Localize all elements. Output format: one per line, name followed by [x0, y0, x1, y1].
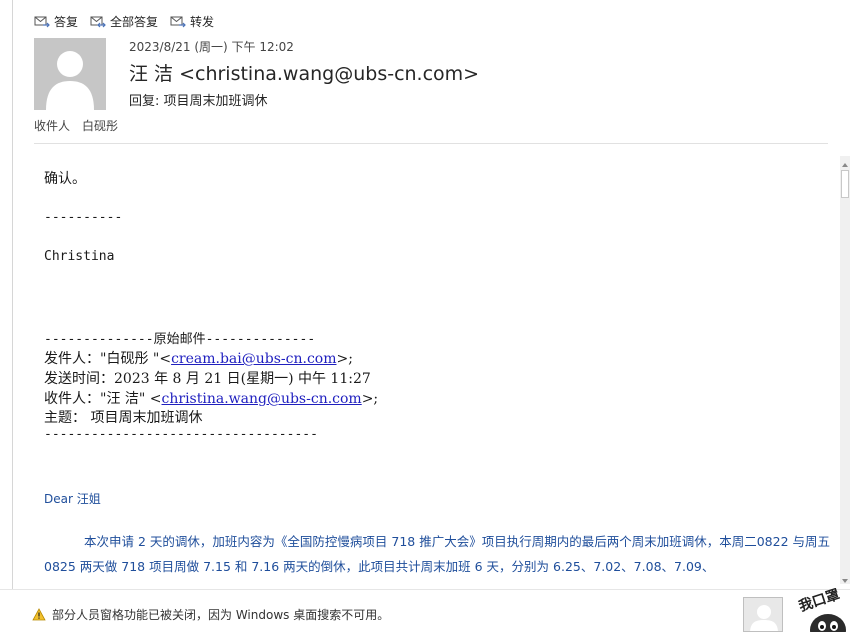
recipients-label: 收件人: [34, 119, 71, 133]
sticker-image: 我口罩: [788, 588, 850, 632]
message-subject: 回复: 项目周末加班调休: [129, 94, 268, 109]
vertical-scrollbar[interactable]: [840, 156, 850, 584]
forward-button[interactable]: 转发: [170, 10, 214, 32]
forward-icon: [170, 14, 186, 28]
reply-all-label: 全部答复: [110, 14, 159, 29]
original-from-email-link[interactable]: cream.bai@ubs-cn.com: [171, 351, 336, 367]
reply-all-button[interactable]: 全部答复: [90, 10, 158, 32]
reply-button[interactable]: 答复: [34, 10, 78, 32]
original-mail-divider: -----------------------------------: [44, 427, 318, 442]
recipient-name[interactable]: 白砚彤: [82, 117, 118, 134]
original-to-suffix: >;: [361, 391, 379, 407]
forward-label: 转发: [190, 14, 215, 29]
message-toolbar: 答复 全部答复 转发: [34, 10, 214, 32]
reply-label: 答复: [54, 14, 79, 29]
original-to-email-link[interactable]: christina.wang@ubs-cn.com: [162, 391, 362, 407]
confirm-text: 确认。: [44, 171, 86, 187]
warning-icon: [32, 606, 46, 625]
body-paragraph: 本次申请 2 天的调休，加班内容为《全国防控慢病项目 718 推广大会》项目执行…: [44, 534, 830, 574]
sender-name[interactable]: 汪 洁 <christina.wang@ubs-cn.com>: [129, 59, 479, 86]
person-silhouette-icon: [34, 38, 106, 110]
recipients-line: 收件人 白砚彤: [34, 117, 118, 134]
signature-divider: ----------: [44, 210, 123, 225]
pane-left-border: [12, 0, 13, 632]
scroll-thumb[interactable]: [841, 170, 849, 198]
original-to-line: 收件人："汪 洁" <christina.wang@ubs-cn.com>;: [44, 388, 378, 408]
original-to-prefix: 收件人："汪 洁" <: [44, 391, 162, 407]
people-pane-status: 部分人员窗格功能已被关闭，因为 Windows 桌面搜索不可用。: [0, 589, 850, 632]
signature-name: Christina: [44, 249, 115, 264]
original-from-prefix: 发件人："白砚彤 "<: [44, 351, 172, 367]
reply-icon: [34, 14, 50, 28]
original-from-suffix: >;: [336, 351, 353, 367]
reply-all-icon: [90, 14, 106, 28]
status-message: 部分人员窗格功能已被关闭，因为 Windows 桌面搜索不可用。: [52, 608, 390, 622]
original-mail-header: --------------原始邮件--------------: [44, 332, 316, 347]
original-subject-line: 主题： 项目周末加班调休: [44, 410, 203, 426]
sender-avatar[interactable]: [34, 38, 106, 110]
scroll-up-arrow-icon[interactable]: [840, 156, 850, 168]
cartoon-face-icon: [810, 614, 846, 632]
original-sent-line: 发送时间：2023 年 8 月 21 日(星期一) 中午 11:27: [44, 371, 371, 387]
person-silhouette-icon: [750, 605, 778, 631]
message-body: 确认。 ---------- Christina --------------原…: [34, 144, 838, 589]
message-date: 2023/8/21 (周一) 下午 12:02: [129, 40, 294, 54]
contact-thumbnail[interactable]: [743, 597, 783, 632]
greeting: Dear 汪姐: [44, 492, 101, 506]
scroll-down-arrow-icon[interactable]: [840, 572, 850, 584]
original-from-line: 发件人："白砚彤 "<cream.bai@ubs-cn.com>;: [44, 348, 353, 368]
